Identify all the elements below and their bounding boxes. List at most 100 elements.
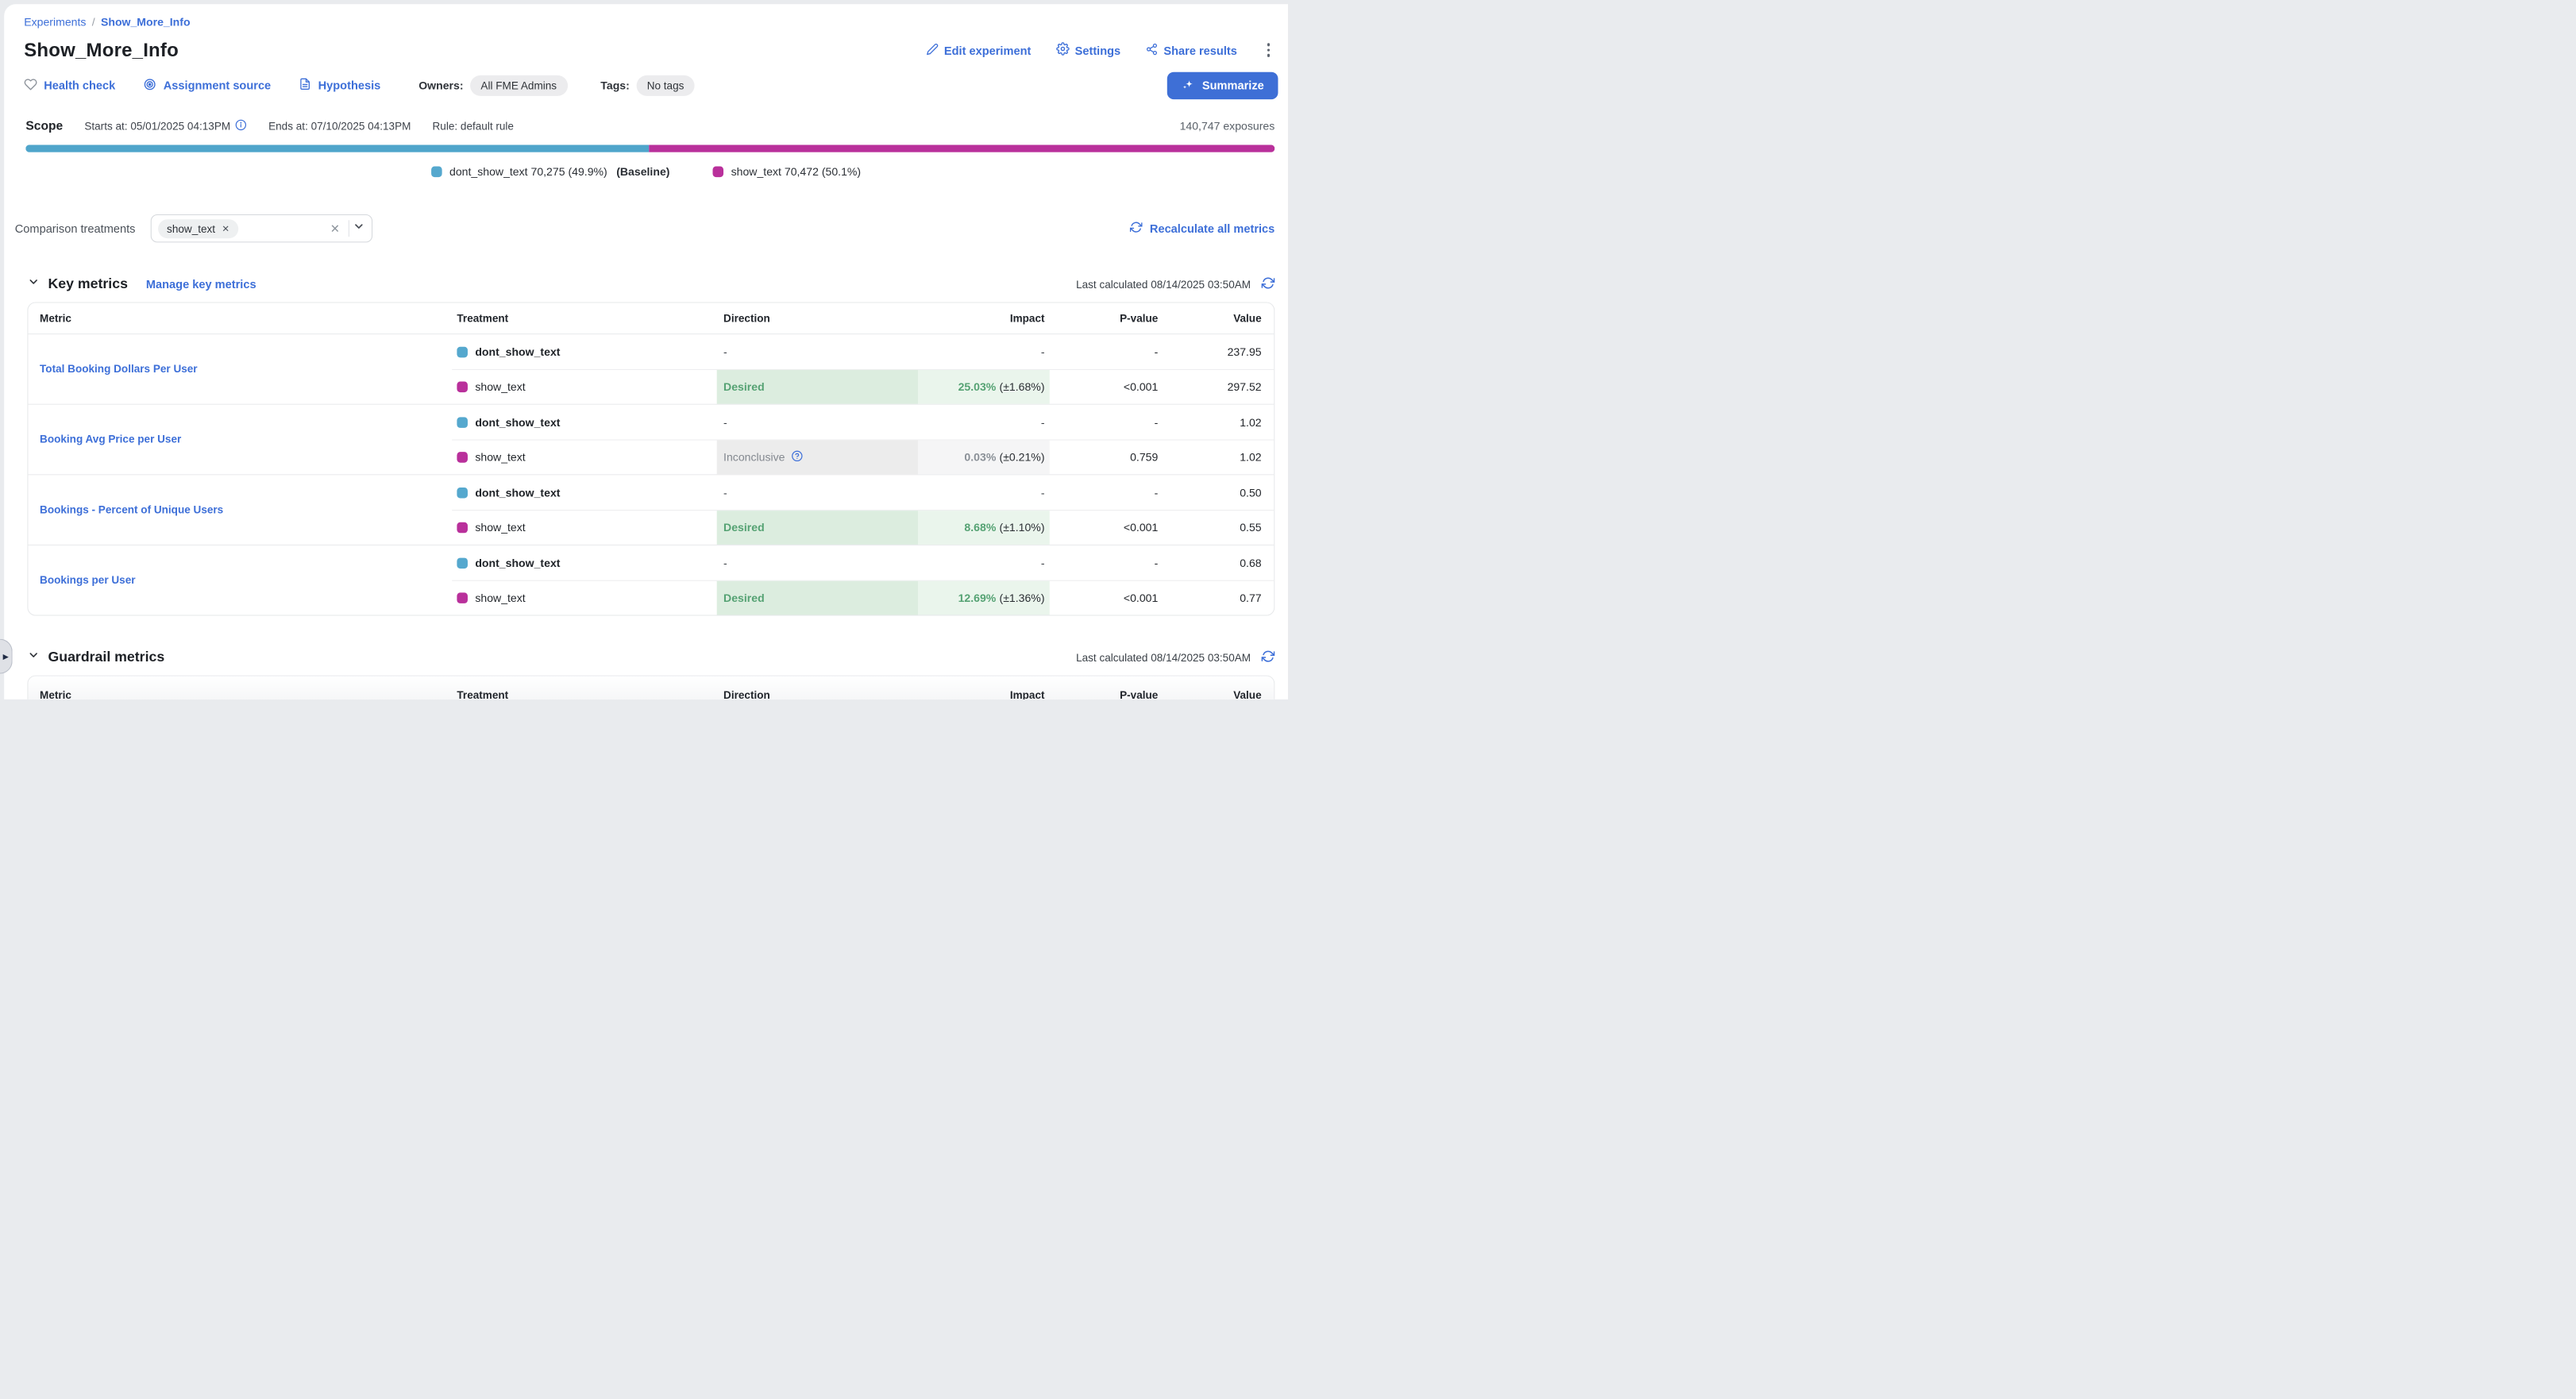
more-options-kebab-icon[interactable] (1262, 40, 1275, 60)
metric-link[interactable]: Booking Avg Price per User (40, 432, 181, 446)
treatment-name: dont_show_text (475, 345, 560, 358)
metric-link[interactable]: Bookings - Percent of Unique Users (40, 503, 223, 517)
heart-icon (24, 77, 37, 93)
breadcrumb-experiments[interactable]: Experiments (24, 16, 86, 29)
table-row: show_text Desired 25.03%(±1.68%) <0.001 … (452, 369, 1274, 404)
treatment-swatch (457, 522, 468, 534)
pvalue-cell: 0.759 (1050, 441, 1164, 475)
value-cell: 297.52 (1164, 370, 1275, 404)
legend-item-treatment: show_text 70,472 (50.1%) (713, 165, 861, 178)
impact-value: 0.03% (964, 451, 996, 464)
col-treatment: Treatment (452, 688, 717, 700)
owners-label: Owners: (418, 79, 463, 92)
allocation-bar-treatment (649, 145, 1275, 152)
treatment-swatch (457, 452, 468, 463)
pencil-icon (926, 43, 939, 58)
refresh-icon[interactable] (1262, 276, 1275, 292)
col-impact: Impact (918, 688, 1050, 700)
col-value: Value (1164, 312, 1275, 325)
table-header: Metric Treatment Direction Impact P-valu… (28, 303, 1274, 334)
chip-remove-icon[interactable]: ✕ (222, 223, 229, 234)
guardrail-metrics-title: Guardrail metrics (48, 649, 164, 665)
edit-experiment-button[interactable]: Edit experiment (926, 43, 1031, 58)
recalculate-all-metrics-button[interactable]: Recalculate all metrics (1130, 221, 1275, 236)
metric-link[interactable]: Total Booking Dollars Per User (40, 362, 198, 376)
info-icon[interactable] (235, 119, 247, 133)
owners-group: Owners: All FME Admins (418, 75, 567, 95)
impact-ci: (±1.36%) (1000, 592, 1045, 604)
impact-value: 25.03% (958, 381, 997, 394)
guardrail-metrics-header: Guardrail metrics Last calculated 08/14/… (4, 649, 1288, 665)
settings-button[interactable]: Settings (1056, 42, 1121, 58)
col-direction: Direction (717, 312, 918, 325)
guardrail-lastcalc-label: Last calculated 08/14/2025 03:50AM (1076, 651, 1251, 664)
assignment-source-label: Assignment source (164, 79, 271, 92)
share-icon (1145, 43, 1158, 58)
metric-link[interactable]: Bookings per User (40, 573, 135, 588)
allocation-bar (25, 145, 1275, 152)
refresh-icon (1130, 221, 1143, 236)
value-cell: 0.77 (1164, 581, 1275, 615)
table-row: show_text Desired 8.68%(±1.10%) <0.001 0… (452, 510, 1274, 545)
table-row: dont_show_text - - - 0.68 (452, 545, 1274, 580)
col-pvalue: P-value (1050, 312, 1164, 325)
key-metrics-title: Key metrics (48, 276, 127, 292)
direction-cell: Desired (717, 370, 918, 404)
treatment-name: dont_show_text (475, 416, 560, 429)
direction-cell: Desired (717, 511, 918, 545)
exposures-count: 140,747 exposures (1180, 120, 1275, 133)
collapse-chevron-icon[interactable] (27, 276, 40, 292)
help-icon[interactable] (792, 450, 804, 464)
value-cell: 0.50 (1164, 475, 1275, 510)
legend-item-baseline: dont_show_text 70,275 (49.9%) (Baseline) (431, 165, 669, 178)
owners-pill[interactable]: All FME Admins (470, 75, 568, 95)
experiment-page: Experiments / Show_More_Info Show_More_I… (4, 4, 1288, 700)
comparison-treatments-select[interactable]: show_text ✕ ✕ (150, 214, 372, 242)
hypothesis-link[interactable]: Hypothesis (299, 78, 381, 93)
impact-value: 12.69% (958, 592, 997, 604)
value-cell: 1.02 (1164, 405, 1275, 440)
value-cell: 237.95 (1164, 334, 1275, 369)
impact-ci: (±0.21%) (1000, 451, 1045, 464)
select-clear-icon[interactable]: ✕ (325, 222, 345, 236)
scope-header: Scope Starts at: 05/01/2025 04:13PM Ends… (4, 119, 1288, 133)
title-row: Show_More_Info Edit experiment Settings … (4, 39, 1288, 61)
tags-pill[interactable]: No tags (636, 75, 695, 95)
pvalue-cell: <0.001 (1050, 370, 1164, 404)
value-cell: 0.55 (1164, 511, 1275, 545)
page-title: Show_More_Info (24, 39, 179, 61)
treatment-chip[interactable]: show_text ✕ (158, 219, 239, 238)
chevron-down-icon[interactable] (353, 220, 365, 237)
baseline-swatch (431, 167, 442, 178)
settings-label: Settings (1075, 44, 1121, 57)
table-row: dont_show_text - - - 1.02 (452, 405, 1274, 440)
health-check-label: Health check (44, 79, 115, 92)
impact-ci: (±1.68%) (1000, 381, 1045, 394)
treatment-name: show_text (475, 451, 525, 464)
summarize-label: Summarize (1202, 79, 1264, 92)
breadcrumb-current[interactable]: Show_More_Info (101, 16, 191, 29)
baseline-badge: (Baseline) (616, 165, 669, 178)
collapse-chevron-icon[interactable] (27, 649, 40, 665)
assignment-source-link[interactable]: Assignment source (144, 77, 271, 93)
treatment-swatch (457, 382, 468, 393)
treatment-chip-label: show_text (167, 222, 215, 235)
value-cell: 1.02 (1164, 441, 1275, 475)
baseline-swatch (457, 557, 468, 568)
metric-group: Bookings - Percent of Unique Users dont_… (28, 474, 1274, 545)
refresh-icon[interactable] (1262, 649, 1275, 665)
manage-key-metrics-link[interactable]: Manage key metrics (146, 277, 256, 291)
screen: Experiments / Show_More_Info Show_More_I… (0, 0, 1288, 700)
summarize-button[interactable]: Summarize (1167, 71, 1278, 98)
col-metric: Metric (28, 688, 452, 700)
share-results-button[interactable]: Share results (1145, 43, 1236, 58)
target-icon (144, 77, 157, 93)
pvalue-cell: - (1050, 545, 1164, 580)
breadcrumb-separator: / (92, 16, 95, 29)
value-cell: 0.68 (1164, 545, 1275, 580)
direction-cell: - (717, 475, 918, 510)
health-check-link[interactable]: Health check (24, 77, 115, 93)
direction-cell: - (717, 405, 918, 440)
breadcrumb: Experiments / Show_More_Info (4, 4, 1288, 28)
col-direction: Direction (717, 688, 918, 700)
